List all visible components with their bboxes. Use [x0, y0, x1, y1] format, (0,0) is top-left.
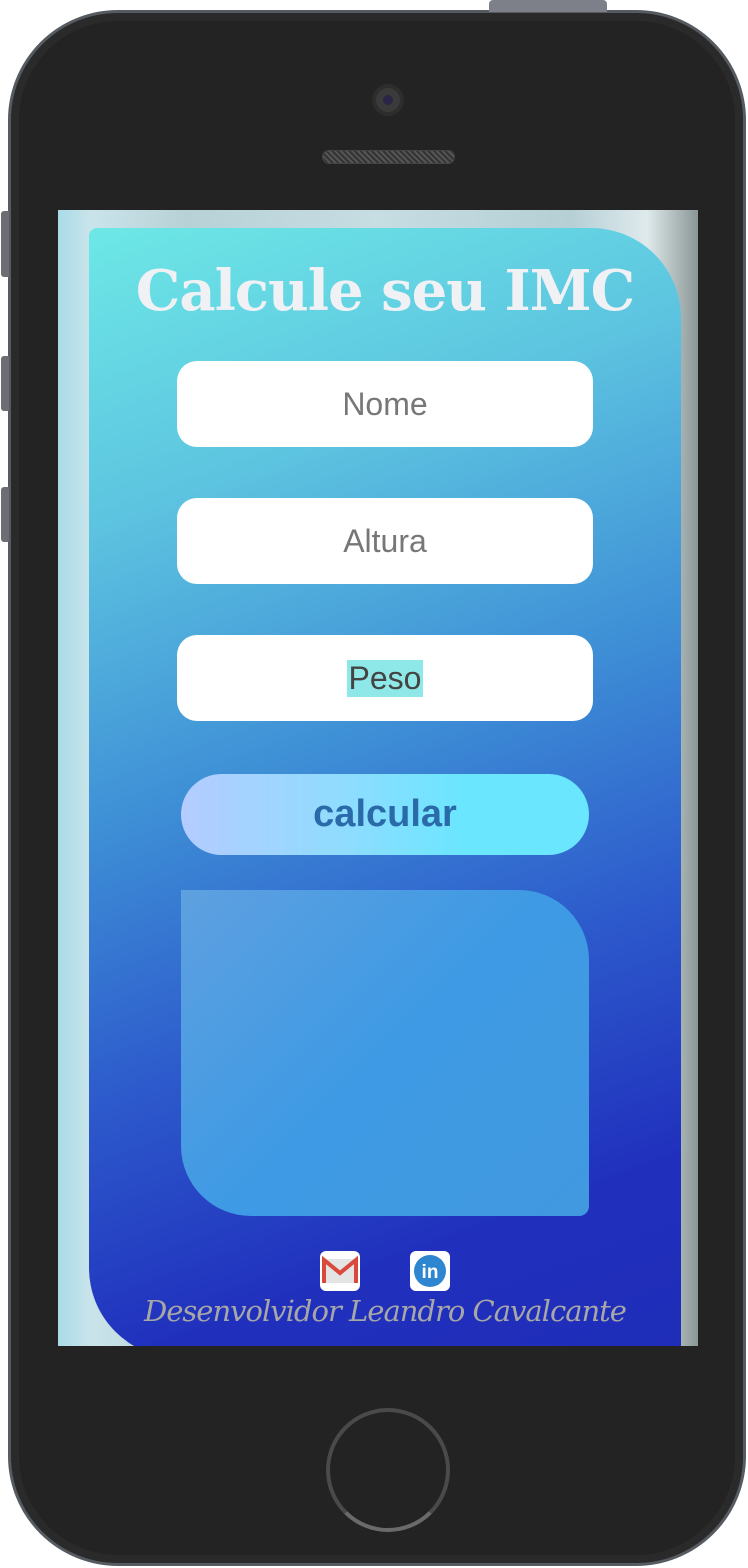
volume-down-button[interactable] [1, 487, 9, 542]
calculate-button[interactable]: calcular [181, 774, 589, 855]
power-button[interactable] [489, 0, 607, 12]
gmail-link[interactable] [320, 1251, 360, 1291]
weight-placeholder: Peso [346, 659, 424, 697]
page-title: Calcule seu IMC [135, 258, 635, 324]
volume-up-button[interactable] [1, 356, 9, 411]
height-placeholder: Altura [343, 522, 427, 559]
camera-icon [372, 84, 404, 116]
name-placeholder: Nome [342, 385, 428, 422]
mute-switch[interactable] [1, 211, 9, 277]
gmail-icon [322, 1255, 358, 1283]
height-input[interactable]: Altura [177, 498, 593, 584]
screen: Calcule seu IMC Nome Altura Peso calcula… [58, 210, 698, 1346]
weight-input[interactable]: Peso [177, 635, 593, 721]
linkedin-icon: in [414, 1255, 446, 1287]
developer-credit: Desenvolvidor Leandro Cavalcante [144, 1294, 627, 1328]
result-panel [181, 890, 589, 1216]
linkedin-link[interactable]: in [410, 1251, 450, 1291]
speaker-grille [322, 150, 455, 164]
home-button[interactable] [326, 1408, 450, 1532]
name-input[interactable]: Nome [177, 361, 593, 447]
svg-text:in: in [422, 1262, 439, 1283]
imc-card: Calcule seu IMC Nome Altura Peso calcula… [89, 228, 681, 1346]
